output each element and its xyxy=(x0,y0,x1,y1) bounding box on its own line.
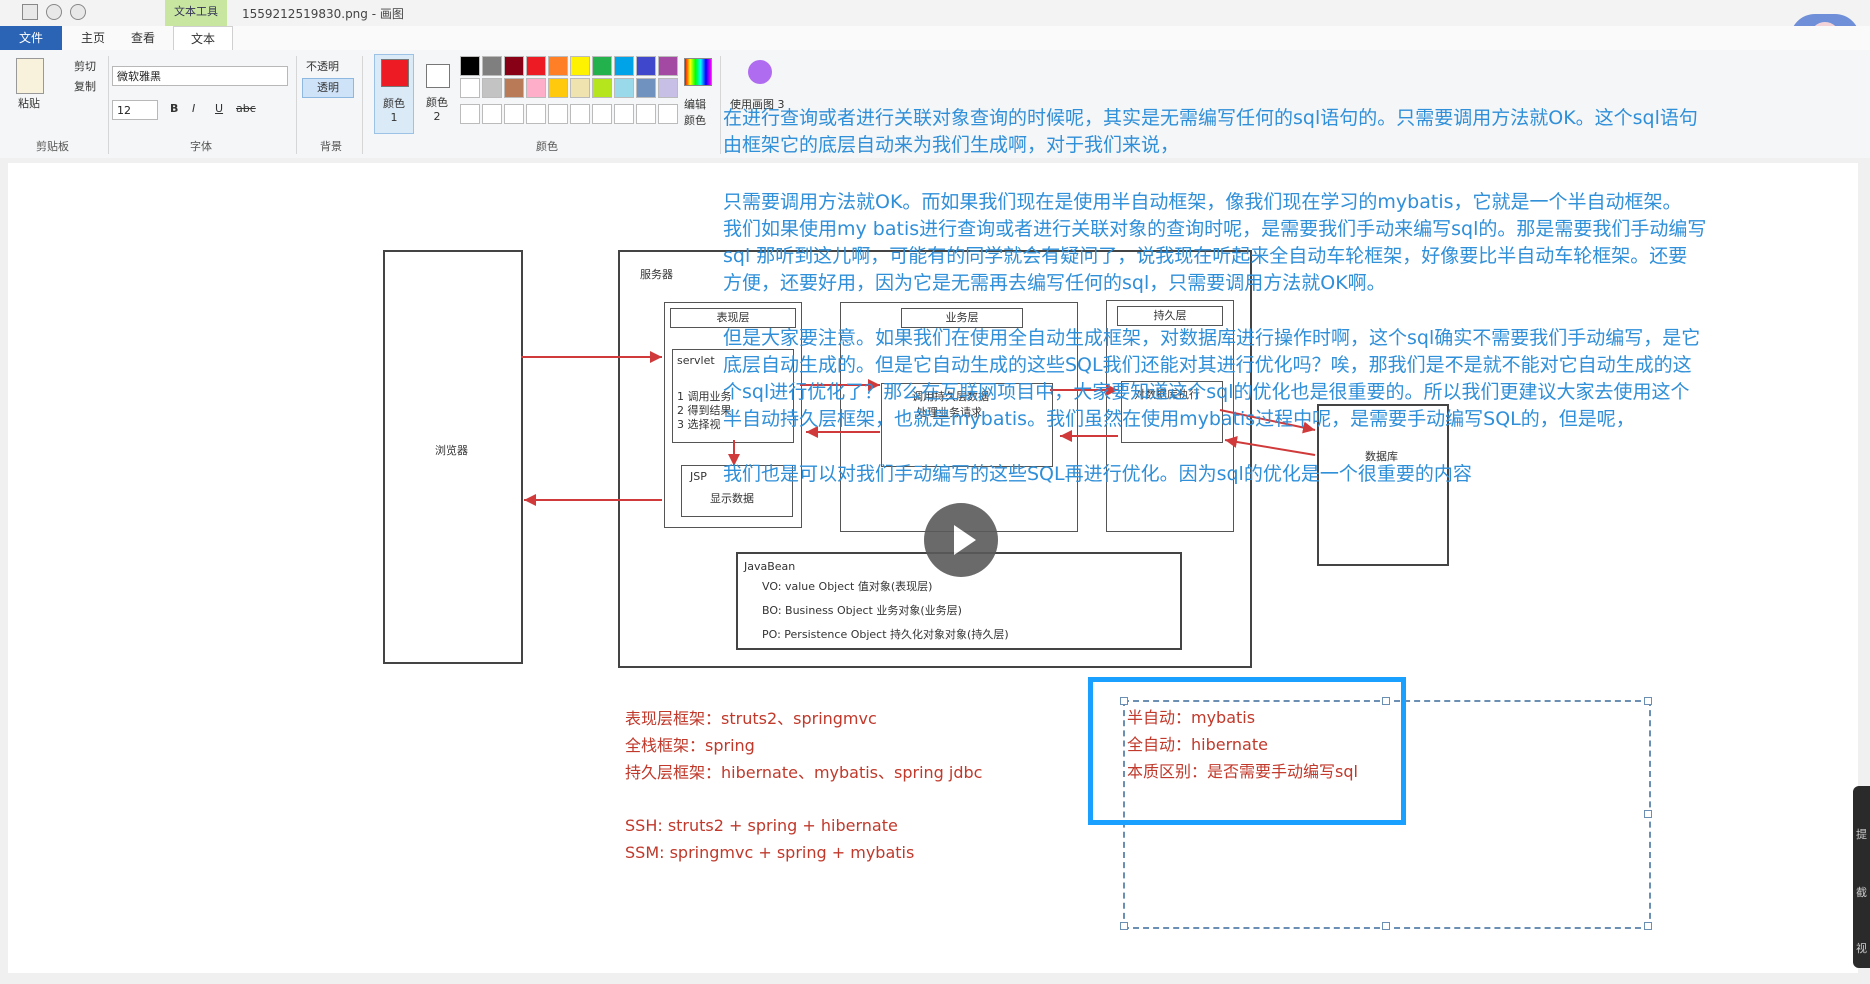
resize-handle[interactable] xyxy=(1644,922,1652,930)
subtitle-line: 由框架它的底层自动来为我们生成啊，对于我们来说， xyxy=(723,134,1180,156)
subtitle-gap xyxy=(723,159,1763,189)
play-button[interactable] xyxy=(924,503,998,577)
auto-notes: 半自动：mybatis 全自动：hibernate 本质区别：是否需要手动编写s… xyxy=(1127,704,1358,785)
stack-notes: SSH: struts2 + spring + hibernate SSM: s… xyxy=(625,812,914,866)
note-line: SSM: springmvc + spring + mybatis xyxy=(625,843,915,862)
subtitle-line: 半自动持久层框架，也就是mybatis。我们虽然在使用mybatis过程中呢，是… xyxy=(723,408,1635,430)
subtitle-line: 我们如果使用my batis进行查询或者进行关联对象的查询时呢，是需要我们手动来… xyxy=(723,218,1707,240)
note-line: 本质区别：是否需要手动编写sql xyxy=(1127,762,1358,781)
note-line: 半自动：mybatis xyxy=(1127,708,1256,727)
note-line: SSH: struts2 + spring + hibernate xyxy=(625,816,898,835)
note-line: 全自动：hibernate xyxy=(1127,735,1268,754)
side-toolbar[interactable]: 提 截 视 xyxy=(1853,786,1870,968)
note-line: 全栈框架：spring xyxy=(625,736,755,755)
subtitle-gap xyxy=(723,297,1763,325)
side-item[interactable]: 视 xyxy=(1856,940,1867,956)
subtitle-gap xyxy=(723,433,1763,461)
subtitle-line: sql 那听到这儿啊，可能有的同学就会有疑问了，说我现在听起来全自动车轮框架，好… xyxy=(723,245,1688,267)
resize-handle[interactable] xyxy=(1644,810,1652,818)
subtitle-line: 只需要调用方法就OK。而如果我们现在是使用半自动框架，像我们现在学习的mybat… xyxy=(723,191,1682,213)
resize-handle[interactable] xyxy=(1644,697,1652,705)
subtitle-line: 在进行查询或者进行关联对象查询的时候呢，其实是无需编写任何的sql语句的。只需要… xyxy=(723,107,1698,129)
note-line: 持久层框架：hibernate、mybatis、spring jdbc xyxy=(625,763,983,782)
side-item[interactable]: 提 xyxy=(1856,826,1867,842)
subtitle-line: 我们也是可以对我们手动编写的这些SQL再进行优化。因为sql的优化是一个很重要的… xyxy=(723,463,1472,485)
subtitle-line: 方便，还要好用，因为它是无需再去编写任何的sql，只需要调用方法就OK啊。 xyxy=(723,272,1386,294)
side-item[interactable]: 截 xyxy=(1856,884,1867,900)
frameworks-notes: 表现层框架：struts2、springmvc 全栈框架：spring 持久层框… xyxy=(625,705,982,786)
subtitle-line: 个sql进行优化了？那么在互联网项目中，大家要知道这个sql的优化也是很重要的。… xyxy=(723,381,1690,403)
subtitle-line: 但是大家要注意。如果我们在使用全自动生成框架，对数据库进行操作时啊，这个sql确… xyxy=(723,327,1701,349)
subtitle-overlay: 在进行查询或者进行关联对象查询的时候呢，其实是无需编写任何的sql语句的。只需要… xyxy=(723,105,1763,488)
subtitle-line: 底层自动生成的。但是它自动生成的这些SQL我们还能对其进行优化吗？唉，那我们是不… xyxy=(723,354,1692,376)
resize-handle[interactable] xyxy=(1382,922,1390,930)
resize-handle[interactable] xyxy=(1120,922,1128,930)
note-line: 表现层框架：struts2、springmvc xyxy=(625,709,877,728)
